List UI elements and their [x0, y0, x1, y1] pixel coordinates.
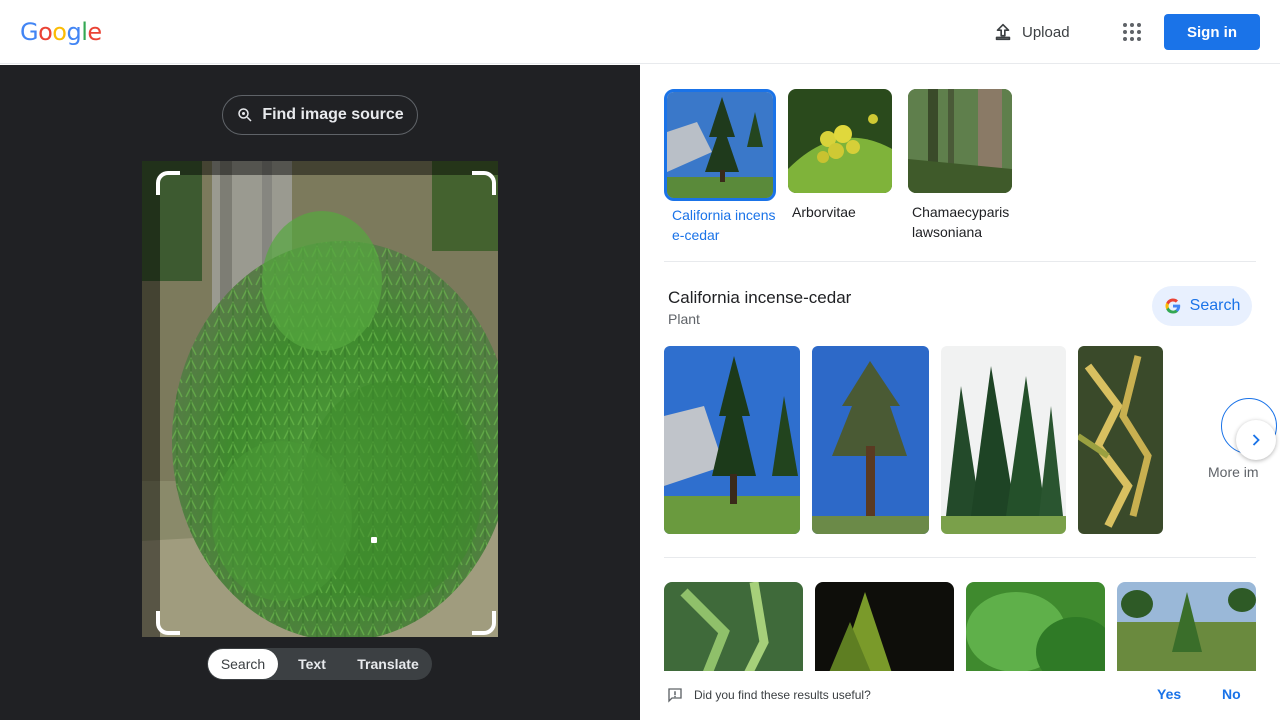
suggestion-chips: California incense-cedar Arborvitae Cham…	[664, 89, 1016, 245]
results-panel: California incense-cedar Arborvitae Cham…	[640, 65, 1280, 720]
crop-dim-top	[142, 161, 498, 175]
visual-match-image[interactable]	[815, 582, 954, 682]
crop-handle-bottom-left[interactable]	[156, 611, 180, 635]
logo-letter: G	[20, 18, 39, 46]
logo-letter: e	[87, 18, 102, 46]
entity-search-label: Search	[1189, 297, 1241, 314]
crop-handle-top-left[interactable]	[156, 171, 180, 195]
entity-image[interactable]	[941, 346, 1066, 534]
lens-search-icon	[238, 108, 252, 122]
suggestion-label: Arborvitae	[792, 204, 856, 220]
logo-letter: o	[38, 18, 53, 46]
feedback-question: Did you find these results useful?	[694, 688, 871, 702]
suggestion-thumbnail	[908, 89, 1012, 193]
feedback-bar: Did you find these results useful? Yes N…	[640, 671, 1280, 720]
visual-match-image[interactable]	[1117, 582, 1256, 682]
suggestion-thumbnail	[664, 89, 776, 201]
find-image-source-label: Find image source	[262, 106, 404, 123]
suggestion-item[interactable]: California incense-cedar	[664, 89, 776, 245]
more-images-label: More im	[1208, 464, 1259, 480]
tab-search[interactable]: Search	[208, 649, 278, 679]
crop-handle-top-right[interactable]	[472, 171, 496, 195]
entity-title: California incense-cedar	[668, 288, 852, 307]
visual-match-image[interactable]	[966, 582, 1105, 682]
suggestion-item[interactable]: Chamaecyparis lawsoniana	[908, 89, 1016, 245]
feedback-no-button[interactable]: No	[1222, 686, 1241, 702]
crop-handle-bottom-right[interactable]	[472, 611, 496, 635]
entity-image[interactable]	[812, 346, 929, 534]
query-image-crop-area[interactable]	[142, 161, 498, 637]
feedback-yes-button[interactable]: Yes	[1157, 686, 1181, 702]
suggestion-label: California incense-cedar	[672, 207, 776, 243]
google-g-icon	[1165, 298, 1180, 314]
sign-in-button[interactable]: Sign in	[1164, 14, 1260, 50]
object-dot[interactable]	[371, 537, 377, 543]
lens-image-panel: Find image source Search Text Translate	[0, 65, 640, 720]
divider	[664, 261, 1256, 262]
lens-mode-tabs: Search Text Translate	[207, 648, 432, 680]
upload-icon	[995, 23, 1011, 41]
top-header: Google Upload Sign in	[0, 0, 1280, 64]
suggestion-thumbnail	[788, 89, 892, 193]
crop-dim-left	[142, 175, 160, 637]
entity-subtitle: Plant	[668, 311, 700, 327]
chevron-right-icon	[1252, 434, 1260, 446]
upload-button[interactable]: Upload	[992, 18, 1070, 46]
entity-image[interactable]	[664, 346, 800, 534]
google-logo[interactable]: Google	[20, 18, 102, 46]
suggestion-item[interactable]: Arborvitae	[788, 89, 896, 245]
suggestion-label: Chamaecyparis lawsoniana	[912, 204, 1010, 240]
entity-search-button[interactable]: Search	[1152, 286, 1252, 326]
apps-grid-icon[interactable]	[1120, 20, 1144, 44]
query-photo	[142, 161, 498, 637]
feedback-icon	[668, 688, 682, 703]
logo-letter: g	[66, 18, 82, 46]
next-arrow-button[interactable]	[1236, 420, 1276, 460]
find-image-source-button[interactable]: Find image source	[222, 95, 418, 135]
tab-text[interactable]: Text	[278, 649, 346, 679]
logo-letter: o	[52, 18, 67, 46]
upload-label: Upload	[1022, 23, 1070, 41]
visual-match-image[interactable]	[664, 582, 803, 682]
divider	[664, 557, 1256, 558]
tab-translate[interactable]: Translate	[346, 649, 430, 679]
entity-image[interactable]	[1078, 346, 1163, 534]
